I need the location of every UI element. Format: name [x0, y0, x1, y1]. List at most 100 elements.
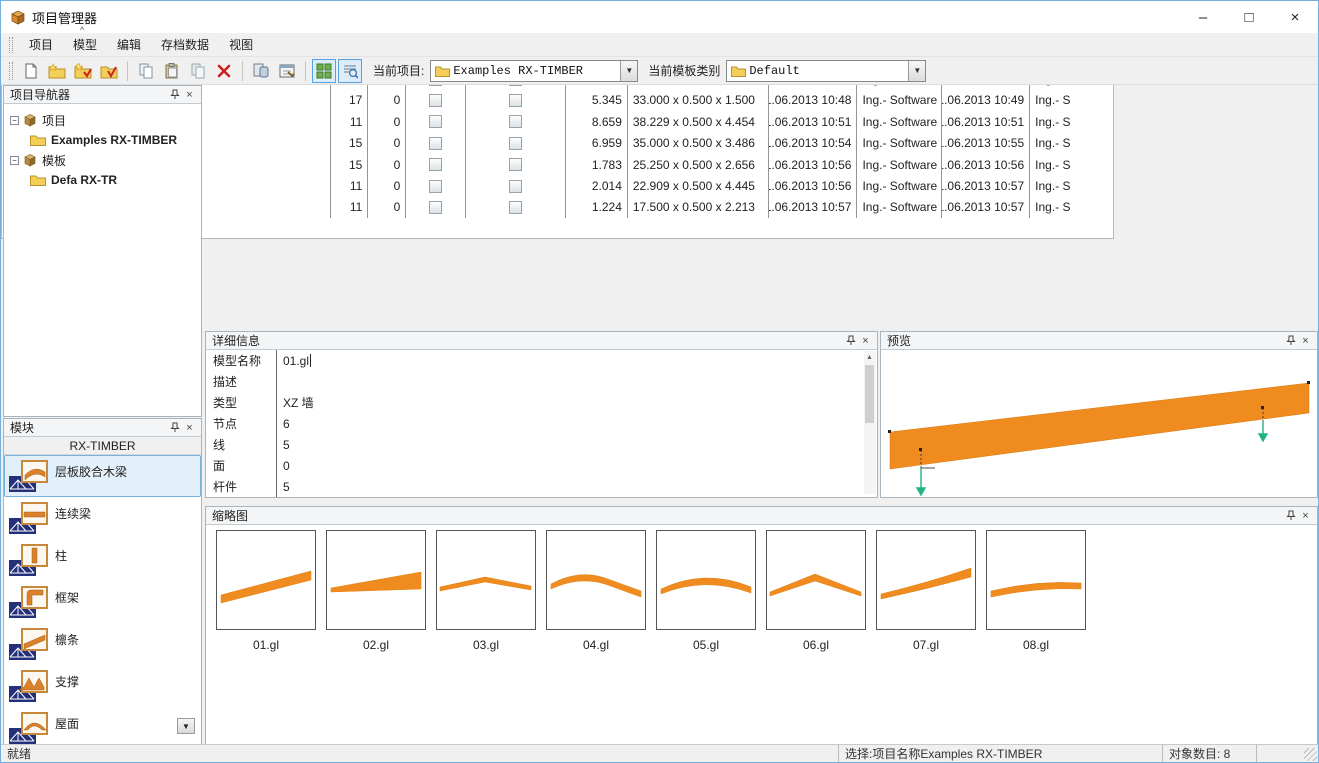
results-checkbox[interactable] — [429, 180, 442, 193]
paste-button[interactable] — [160, 59, 184, 83]
vertical-scrollbar[interactable]: ▲ — [864, 351, 876, 494]
minimize-button[interactable]: – — [1180, 1, 1226, 33]
thumbnail-item[interactable]: 06.gl — [761, 530, 871, 652]
close-icon[interactable]: × — [1298, 509, 1313, 523]
tree-node-template-item[interactable]: Defa RX-TR — [8, 170, 199, 190]
import-archive-button[interactable] — [249, 59, 273, 83]
current-project-value: Examples RX-TIMBER — [453, 64, 620, 78]
status-ready: 就绪 — [1, 745, 839, 763]
close-icon[interactable]: × — [182, 421, 197, 435]
menu-item[interactable]: 项目 — [19, 33, 63, 56]
created-by: Ing.- Software — [857, 90, 942, 111]
thumbnail-image[interactable] — [216, 530, 316, 630]
pin-icon[interactable] — [167, 88, 182, 102]
copy-model-button[interactable] — [186, 59, 210, 83]
template-category-combobox[interactable]: Default ▼ — [726, 60, 926, 82]
thumbnail-item[interactable]: 01.gl — [211, 530, 321, 652]
thumbnail-item[interactable]: 04.gl — [541, 530, 651, 652]
modules-scroll-down-button[interactable]: ▼ — [177, 718, 195, 734]
results-checkbox[interactable] — [429, 115, 442, 128]
detail-value[interactable]: 0 — [276, 455, 476, 476]
thumbnail-image[interactable] — [546, 530, 646, 630]
module-label: 连续梁 — [55, 505, 91, 535]
module-item[interactable]: 柱 — [4, 539, 201, 581]
project-check-button[interactable] — [97, 59, 121, 83]
tree-node-project-item[interactable]: Examples RX-TIMBER — [8, 130, 199, 150]
thumbnail-item[interactable]: 05.gl — [651, 530, 761, 652]
results-checkbox[interactable] — [429, 137, 442, 150]
module-item[interactable]: 框架 — [4, 581, 201, 623]
close-button[interactable]: × — [1272, 1, 1318, 33]
collapse-icon[interactable]: − — [10, 156, 19, 165]
resize-grip[interactable] — [1304, 748, 1317, 761]
module-item[interactable]: 檩条 — [4, 623, 201, 665]
thumbnail-image[interactable] — [986, 530, 1086, 630]
tree-node-projects[interactable]: − 项目 — [8, 110, 199, 130]
scrollbar-thumb[interactable] — [865, 365, 874, 423]
maximize-button[interactable]: □ — [1226, 1, 1272, 33]
report-checkbox[interactable] — [509, 115, 522, 128]
detail-value[interactable]: 01.gl — [276, 350, 476, 371]
thumbnail-item[interactable]: 02.gl — [321, 530, 431, 652]
thumbnail-image[interactable] — [326, 530, 426, 630]
menu-item[interactable]: 模型 — [63, 33, 107, 56]
detail-value[interactable]: 6 — [276, 413, 476, 434]
pin-icon[interactable] — [167, 421, 182, 435]
report-checkbox[interactable] — [509, 201, 522, 214]
detail-value[interactable]: XZ 墙 — [276, 392, 476, 413]
detail-value[interactable] — [276, 371, 476, 392]
title-bar: 项目管理器 – □ × — [1, 1, 1318, 33]
pin-icon[interactable] — [1283, 509, 1298, 523]
module-item[interactable]: 屋面 — [4, 707, 201, 749]
menu-item[interactable]: 视图 — [219, 33, 263, 56]
details-view-toggle[interactable] — [338, 59, 362, 83]
archive-manager-button[interactable] — [275, 59, 299, 83]
weight-value: 8.659 — [566, 111, 628, 132]
preview-canvas[interactable] — [881, 350, 1317, 496]
scroll-up-arrow[interactable]: ▲ — [864, 352, 875, 364]
folder-icon — [731, 65, 746, 77]
pin-icon[interactable] — [843, 334, 858, 348]
thumbnail-item[interactable]: 07.gl — [871, 530, 981, 652]
thumbnail-view-toggle[interactable] — [312, 59, 336, 83]
results-checkbox[interactable] — [429, 201, 442, 214]
modified-date: 1.06.2013 10:51 — [942, 111, 1030, 132]
results-checkbox[interactable] — [429, 94, 442, 107]
thumbnail-image[interactable] — [656, 530, 756, 630]
detail-value[interactable]: 5 — [276, 476, 476, 497]
results-checkbox[interactable] — [429, 158, 442, 171]
menu-item[interactable]: 存档数据 — [151, 33, 219, 56]
delete-button[interactable] — [212, 59, 236, 83]
new-model-button[interactable] — [19, 59, 43, 83]
thumbnail-image[interactable] — [766, 530, 866, 630]
tree-node-templates[interactable]: − 模板 — [8, 150, 199, 170]
module-item[interactable]: 层板胶合木梁 — [4, 455, 201, 497]
new-project-button[interactable] — [45, 59, 69, 83]
chevron-down-icon[interactable]: ▼ — [908, 61, 925, 81]
open-project-button[interactable] — [71, 59, 95, 83]
close-icon[interactable]: × — [858, 334, 873, 348]
collapse-icon[interactable]: − — [10, 116, 19, 125]
menu-item[interactable]: 编辑 — [107, 33, 151, 56]
detail-value[interactable]: 5 — [276, 434, 476, 455]
chevron-down-icon[interactable]: ▼ — [620, 61, 637, 81]
thumbnail-item[interactable]: 03.gl — [431, 530, 541, 652]
report-checkbox[interactable] — [509, 158, 522, 171]
module-item[interactable]: 连续梁 — [4, 497, 201, 539]
cube-icon — [23, 153, 37, 167]
report-checkbox[interactable] — [509, 180, 522, 193]
close-icon[interactable]: × — [182, 88, 197, 102]
close-icon[interactable]: × — [1298, 334, 1313, 348]
thumbnail-item[interactable]: 08.gl — [981, 530, 1091, 652]
module-item[interactable]: 支撑 — [4, 665, 201, 707]
copy-button[interactable] — [134, 59, 158, 83]
pin-icon[interactable] — [1283, 334, 1298, 348]
created-by: Ing.- Software — [857, 154, 942, 175]
thumbnail-image[interactable] — [436, 530, 536, 630]
current-project-combobox[interactable]: Examples RX-TIMBER ▼ — [430, 60, 638, 82]
report-checkbox[interactable] — [509, 137, 522, 150]
report-checkbox[interactable] — [509, 94, 522, 107]
created-by: Ing.- Software — [857, 111, 942, 132]
thumbnail-image[interactable] — [876, 530, 976, 630]
modules-group-header[interactable]: RX-TIMBER — [4, 437, 201, 455]
